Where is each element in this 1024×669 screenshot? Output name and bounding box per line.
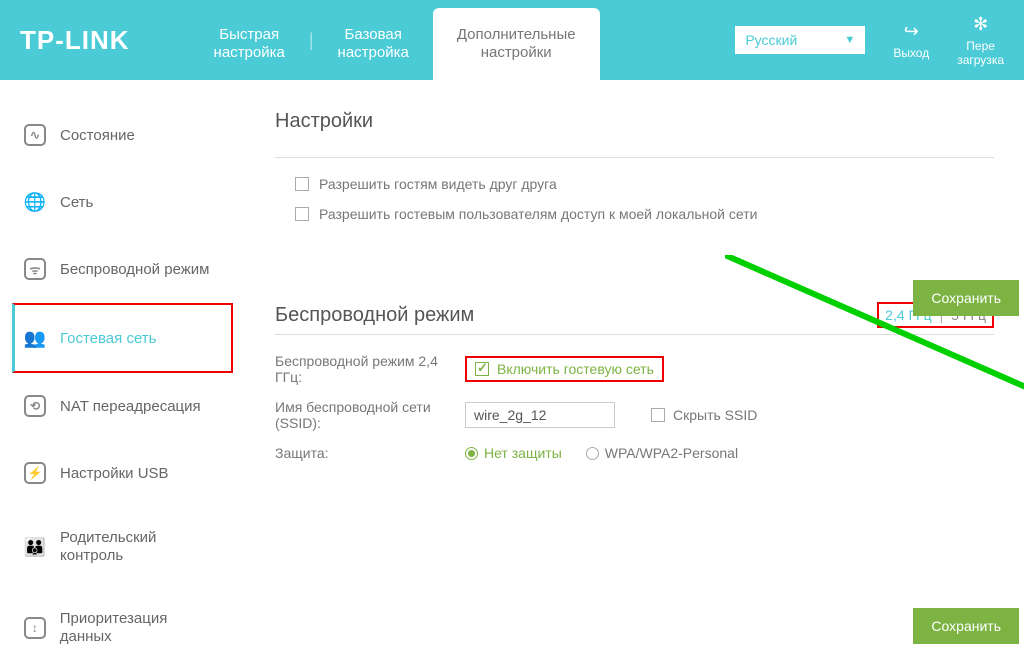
nat-icon: ⟲: [24, 395, 46, 417]
chevron-down-icon: ▼: [844, 34, 855, 46]
reload-icon: ✻: [973, 14, 988, 35]
save-button[interactable]: Сохранить: [913, 608, 1019, 644]
divider: [275, 157, 994, 158]
radio-icon: [586, 447, 599, 460]
tab-quick-setup[interactable]: Быстрая настройка: [190, 8, 309, 80]
sidebar-item-qos[interactable]: ↕ Приоритезация данных: [12, 588, 233, 669]
sidebar-item-label: Родительский контроль: [60, 529, 221, 565]
security-label: Защита:: [275, 445, 465, 461]
enable-guest-checkbox-row[interactable]: Включить гостевую сеть: [465, 356, 664, 382]
sidebar-item-parental[interactable]: 👪 Родительский контроль: [12, 507, 233, 588]
wireless-mode-row: Беспроводной режим 2,4 ГГц: Включить гос…: [275, 353, 994, 385]
checkbox-checked-icon[interactable]: [475, 362, 489, 376]
sidebar-item-nat[interactable]: ⟲ NAT переадресация: [12, 373, 233, 440]
checkbox-icon[interactable]: [295, 177, 309, 191]
logout-icon: ↪: [904, 21, 919, 42]
checkbox-label: Разрешить гостевым пользователям доступ …: [319, 206, 757, 222]
save-button[interactable]: Сохранить: [913, 280, 1019, 316]
sidebar-item-usb[interactable]: ⚡ Настройки USB: [12, 440, 233, 507]
content: Настройки Разрешить гостям видеть друг д…: [245, 80, 1024, 669]
sidebar-item-status[interactable]: ∿ Состояние: [12, 102, 233, 169]
wireless-mode-label: Беспроводной режим 2,4 ГГц:: [275, 353, 465, 385]
sidebar-item-wireless[interactable]: ᯤ Беспроводной режим: [12, 236, 233, 303]
main-tabs: Быстрая настройка | Базовая настройка До…: [190, 0, 600, 80]
sidebar-item-label: Настройки USB: [60, 465, 169, 482]
allow-guests-see-checkbox-row[interactable]: Разрешить гостям видеть друг друга: [275, 176, 994, 192]
allow-local-access-checkbox-row[interactable]: Разрешить гостевым пользователям доступ …: [275, 206, 994, 222]
sidebar-item-label: NAT переадресация: [60, 398, 201, 415]
hide-ssid-checkbox[interactable]: [651, 408, 665, 422]
hide-ssid-label: Скрыть SSID: [673, 407, 757, 423]
wpa-radio[interactable]: WPA/WPA2-Personal: [586, 445, 738, 461]
tab-separator: |: [309, 30, 314, 51]
checkbox-icon[interactable]: [295, 207, 309, 221]
ssid-input[interactable]: [465, 402, 615, 428]
globe-icon: 🌐: [24, 191, 46, 213]
sidebar-item-network[interactable]: 🌐 Сеть: [12, 169, 233, 236]
wpa-label: WPA/WPA2-Personal: [605, 445, 738, 461]
users-icon: 👥: [24, 327, 46, 349]
enable-guest-label: Включить гостевую сеть: [497, 361, 654, 377]
no-security-radio[interactable]: Нет защиты: [465, 445, 562, 461]
no-security-label: Нет защиты: [484, 445, 562, 461]
sidebar: ∿ Состояние 🌐 Сеть ᯤ Беспроводной режим …: [0, 80, 245, 669]
logout-button[interactable]: ↪ Выход: [893, 21, 929, 60]
divider: [275, 334, 994, 335]
tab-advanced-setup[interactable]: Дополнительные настройки: [433, 8, 600, 80]
main: ∿ Состояние 🌐 Сеть ᯤ Беспроводной режим …: [0, 80, 1024, 669]
header-right: Русский ▼ ↪ Выход ✻ Пере загрузка: [735, 14, 1004, 67]
logout-label: Выход: [893, 46, 929, 60]
sidebar-item-label: Состояние: [60, 127, 135, 144]
ssid-label: Имя беспроводной сети (SSID):: [275, 399, 465, 431]
sidebar-item-label: Гостевая сеть: [60, 330, 156, 347]
section-wireless-title: Беспроводной режим: [275, 304, 474, 327]
sidebar-item-label: Беспроводной режим: [60, 261, 209, 278]
section-settings-title: Настройки: [275, 110, 994, 133]
wifi-icon: ᯤ: [24, 258, 46, 280]
radio-selected-icon: [465, 447, 478, 460]
reload-label: Пере загрузка: [957, 39, 1004, 67]
status-icon: ∿: [24, 124, 46, 146]
qos-icon: ↕: [24, 617, 46, 639]
checkbox-label: Разрешить гостям видеть друг друга: [319, 176, 557, 192]
language-select[interactable]: Русский ▼: [735, 26, 865, 54]
parental-icon: 👪: [24, 536, 46, 558]
reload-button[interactable]: ✻ Пере загрузка: [957, 14, 1004, 67]
sidebar-item-label: Приоритезация данных: [60, 610, 221, 646]
language-value: Русский: [745, 32, 797, 48]
header: TP-LINK Быстрая настройка | Базовая наст…: [0, 0, 1024, 80]
security-row: Защита: Нет защиты WPA/WPA2-Personal: [275, 445, 994, 461]
logo: TP-LINK: [20, 25, 130, 56]
sidebar-item-guest-network[interactable]: 👥 Гостевая сеть: [12, 303, 233, 373]
usb-icon: ⚡: [24, 462, 46, 484]
ssid-row: Имя беспроводной сети (SSID): Скрыть SSI…: [275, 399, 994, 431]
tab-basic-setup[interactable]: Базовая настройка: [314, 8, 433, 80]
sidebar-item-label: Сеть: [60, 194, 93, 211]
